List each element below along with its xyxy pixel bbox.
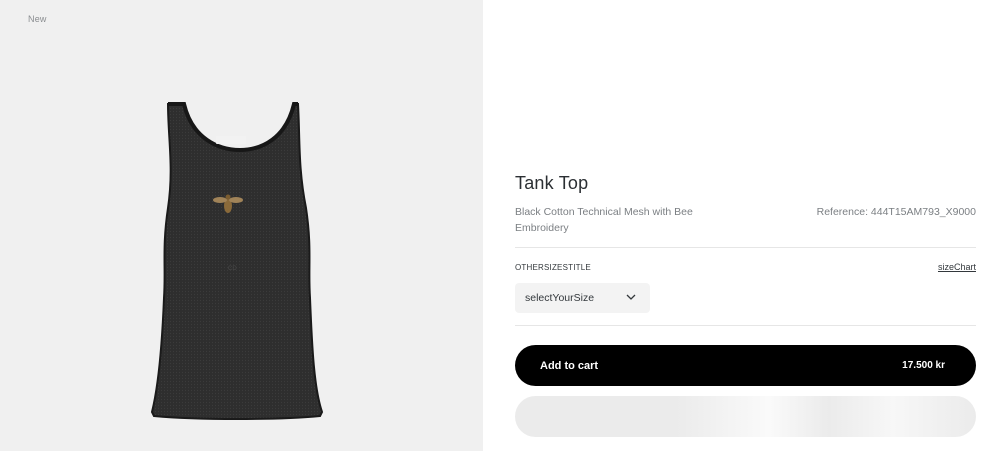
product-title: Tank Top bbox=[515, 173, 589, 193]
divider bbox=[515, 247, 976, 248]
divider bbox=[515, 325, 976, 326]
loading-placeholder-button bbox=[515, 396, 976, 437]
size-select-value: selectYourSize bbox=[525, 292, 595, 304]
brand-tag bbox=[216, 136, 246, 144]
cd-logo-mark: CD bbox=[228, 266, 237, 272]
add-to-cart-button[interactable]: Add to cart 17.500 kr bbox=[515, 345, 976, 386]
product-reference: Reference: 444T15AM793_X9000 bbox=[816, 206, 976, 218]
new-badge: New bbox=[28, 14, 47, 24]
product-description: Black Cotton Technical Mesh with Bee Emb… bbox=[515, 206, 693, 234]
chevron-down-icon bbox=[626, 294, 636, 300]
product-image-panel: New CD bbox=[0, 0, 483, 451]
product-info-panel: Tank Top Black Cotton Technical Mesh wit… bbox=[483, 0, 1000, 451]
price: 17.500 kr bbox=[902, 360, 945, 371]
product-image[interactable]: CD bbox=[148, 98, 328, 420]
size-section-title: OTHERSIZESTITLE bbox=[515, 263, 591, 272]
add-to-cart-label: Add to cart bbox=[540, 359, 599, 372]
size-chart-link[interactable]: sizeChart bbox=[938, 262, 976, 272]
size-select[interactable]: selectYourSize bbox=[515, 283, 650, 313]
